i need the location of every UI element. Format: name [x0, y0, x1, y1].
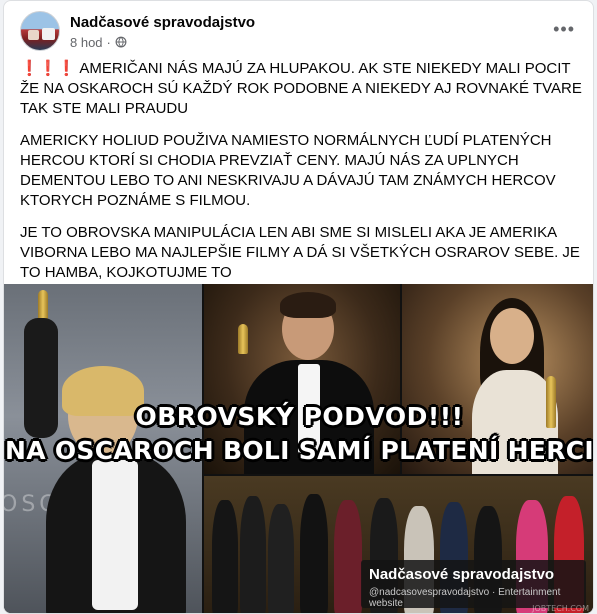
post-card: Nadčasové spravodajstvo 8 hod · ••• ❗❗❗ … — [3, 0, 594, 614]
avatar-shape — [28, 30, 39, 40]
post-header: Nadčasové spravodajstvo 8 hod · — [20, 9, 255, 53]
avatar-shape — [42, 28, 55, 40]
separator-dot: · — [106, 34, 111, 50]
exclamation-marks: ❗❗❗ — [20, 60, 77, 77]
statuette-shape — [238, 324, 248, 354]
watermark-name: Nadčasové spravodajstvo — [369, 566, 555, 583]
post-text: ❗❗❗ AMERIČANI NÁS MAJÚ ZA HLUPAKOU. AK S… — [20, 59, 585, 295]
more-options-icon[interactable]: ••• — [553, 19, 575, 40]
person-shape — [300, 494, 328, 613]
hair-shape — [280, 292, 336, 318]
person-shape — [212, 500, 238, 613]
post-paragraph-3: JE TO OBROVSKA MANIPULÁCIA LEN ABI SME S… — [20, 224, 580, 281]
post-paragraph-2: AMERICKY HOLIUD POUŽIVA NAMIESTO NORMÁLN… — [20, 132, 556, 209]
image-headline-2: NA OSCAROCH BOLI SAMÍ PLATENÍ HERCI — [4, 436, 594, 465]
person-shape — [334, 500, 362, 613]
post-meta: Nadčasové spravodajstvo 8 hod · — [70, 13, 255, 50]
person-shape — [240, 496, 266, 613]
image-headline-1: OBROVSKÝ PODVOD!!! — [135, 402, 464, 431]
corner-credit: JOBTECH.COM — [532, 604, 589, 613]
globe-icon[interactable] — [115, 36, 127, 48]
post-time[interactable]: 8 hod — [70, 35, 103, 50]
shirt-shape — [92, 460, 138, 610]
avatar[interactable] — [20, 11, 60, 51]
page-name[interactable]: Nadčasové spravodajstvo — [70, 13, 255, 32]
post-paragraph-1: ❗❗❗ AMERIČANI NÁS MAJÚ ZA HLUPAKOU. AK S… — [20, 59, 585, 119]
person-head-shape — [490, 308, 534, 364]
paragraph-1-text: AMERIČANI NÁS MAJÚ ZA HLUPAKOU. AK STE N… — [20, 60, 582, 117]
post-image[interactable]: OSCAR — [4, 284, 594, 613]
image-watermark: Nadčasové spravodajstvo @nadcasovespravo… — [361, 560, 586, 609]
post-subline: 8 hod · — [70, 35, 255, 50]
person-shape — [268, 504, 294, 613]
